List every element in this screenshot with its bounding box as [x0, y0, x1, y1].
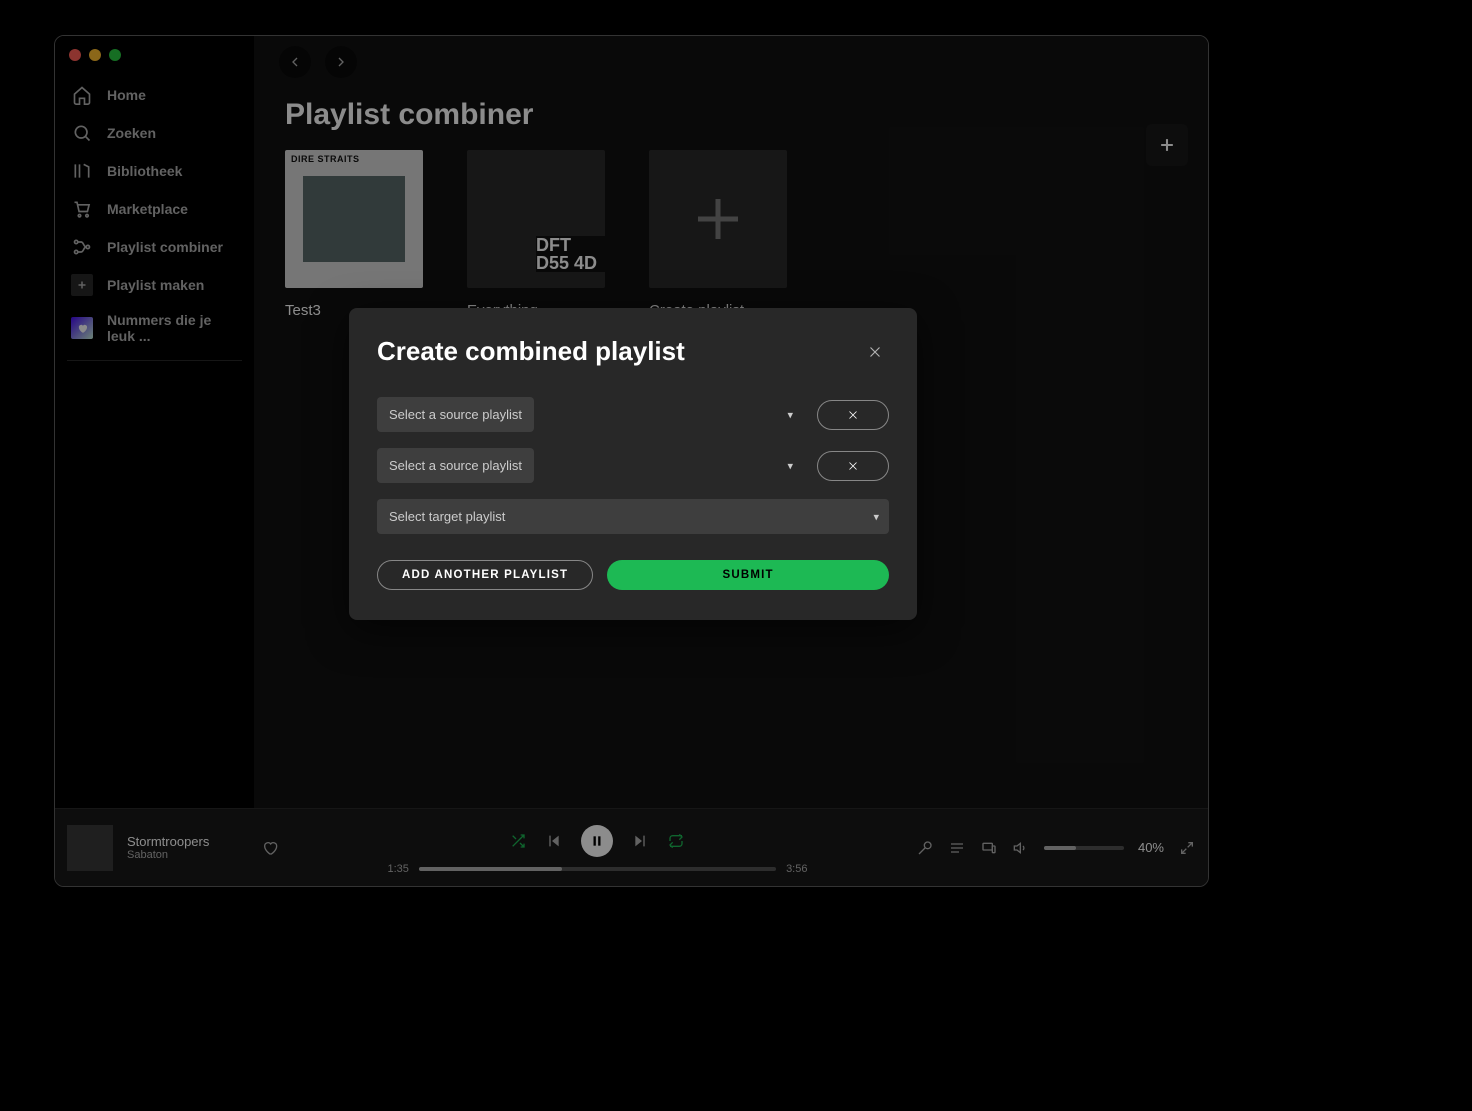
source-playlist-select-2[interactable]: Select a source playlist — [377, 448, 534, 483]
source-playlist-select-1[interactable]: Select a source playlist — [377, 397, 534, 432]
modal-title: Create combined playlist — [377, 336, 685, 367]
remove-source-button-1[interactable] — [817, 400, 889, 430]
target-playlist-select[interactable]: Select target playlist — [377, 499, 889, 534]
add-another-playlist-button[interactable]: ADD ANOTHER PLAYLIST — [377, 560, 593, 590]
create-combined-playlist-modal: Create combined playlist Select a source… — [349, 308, 917, 620]
remove-source-button-2[interactable] — [817, 451, 889, 481]
submit-button[interactable]: SUBMIT — [607, 560, 889, 590]
app-window: Home Zoeken Bibliotheek — [54, 35, 1209, 887]
close-icon — [866, 343, 884, 361]
modal-close-button[interactable] — [861, 338, 889, 366]
close-icon — [846, 408, 860, 422]
close-icon — [846, 459, 860, 473]
